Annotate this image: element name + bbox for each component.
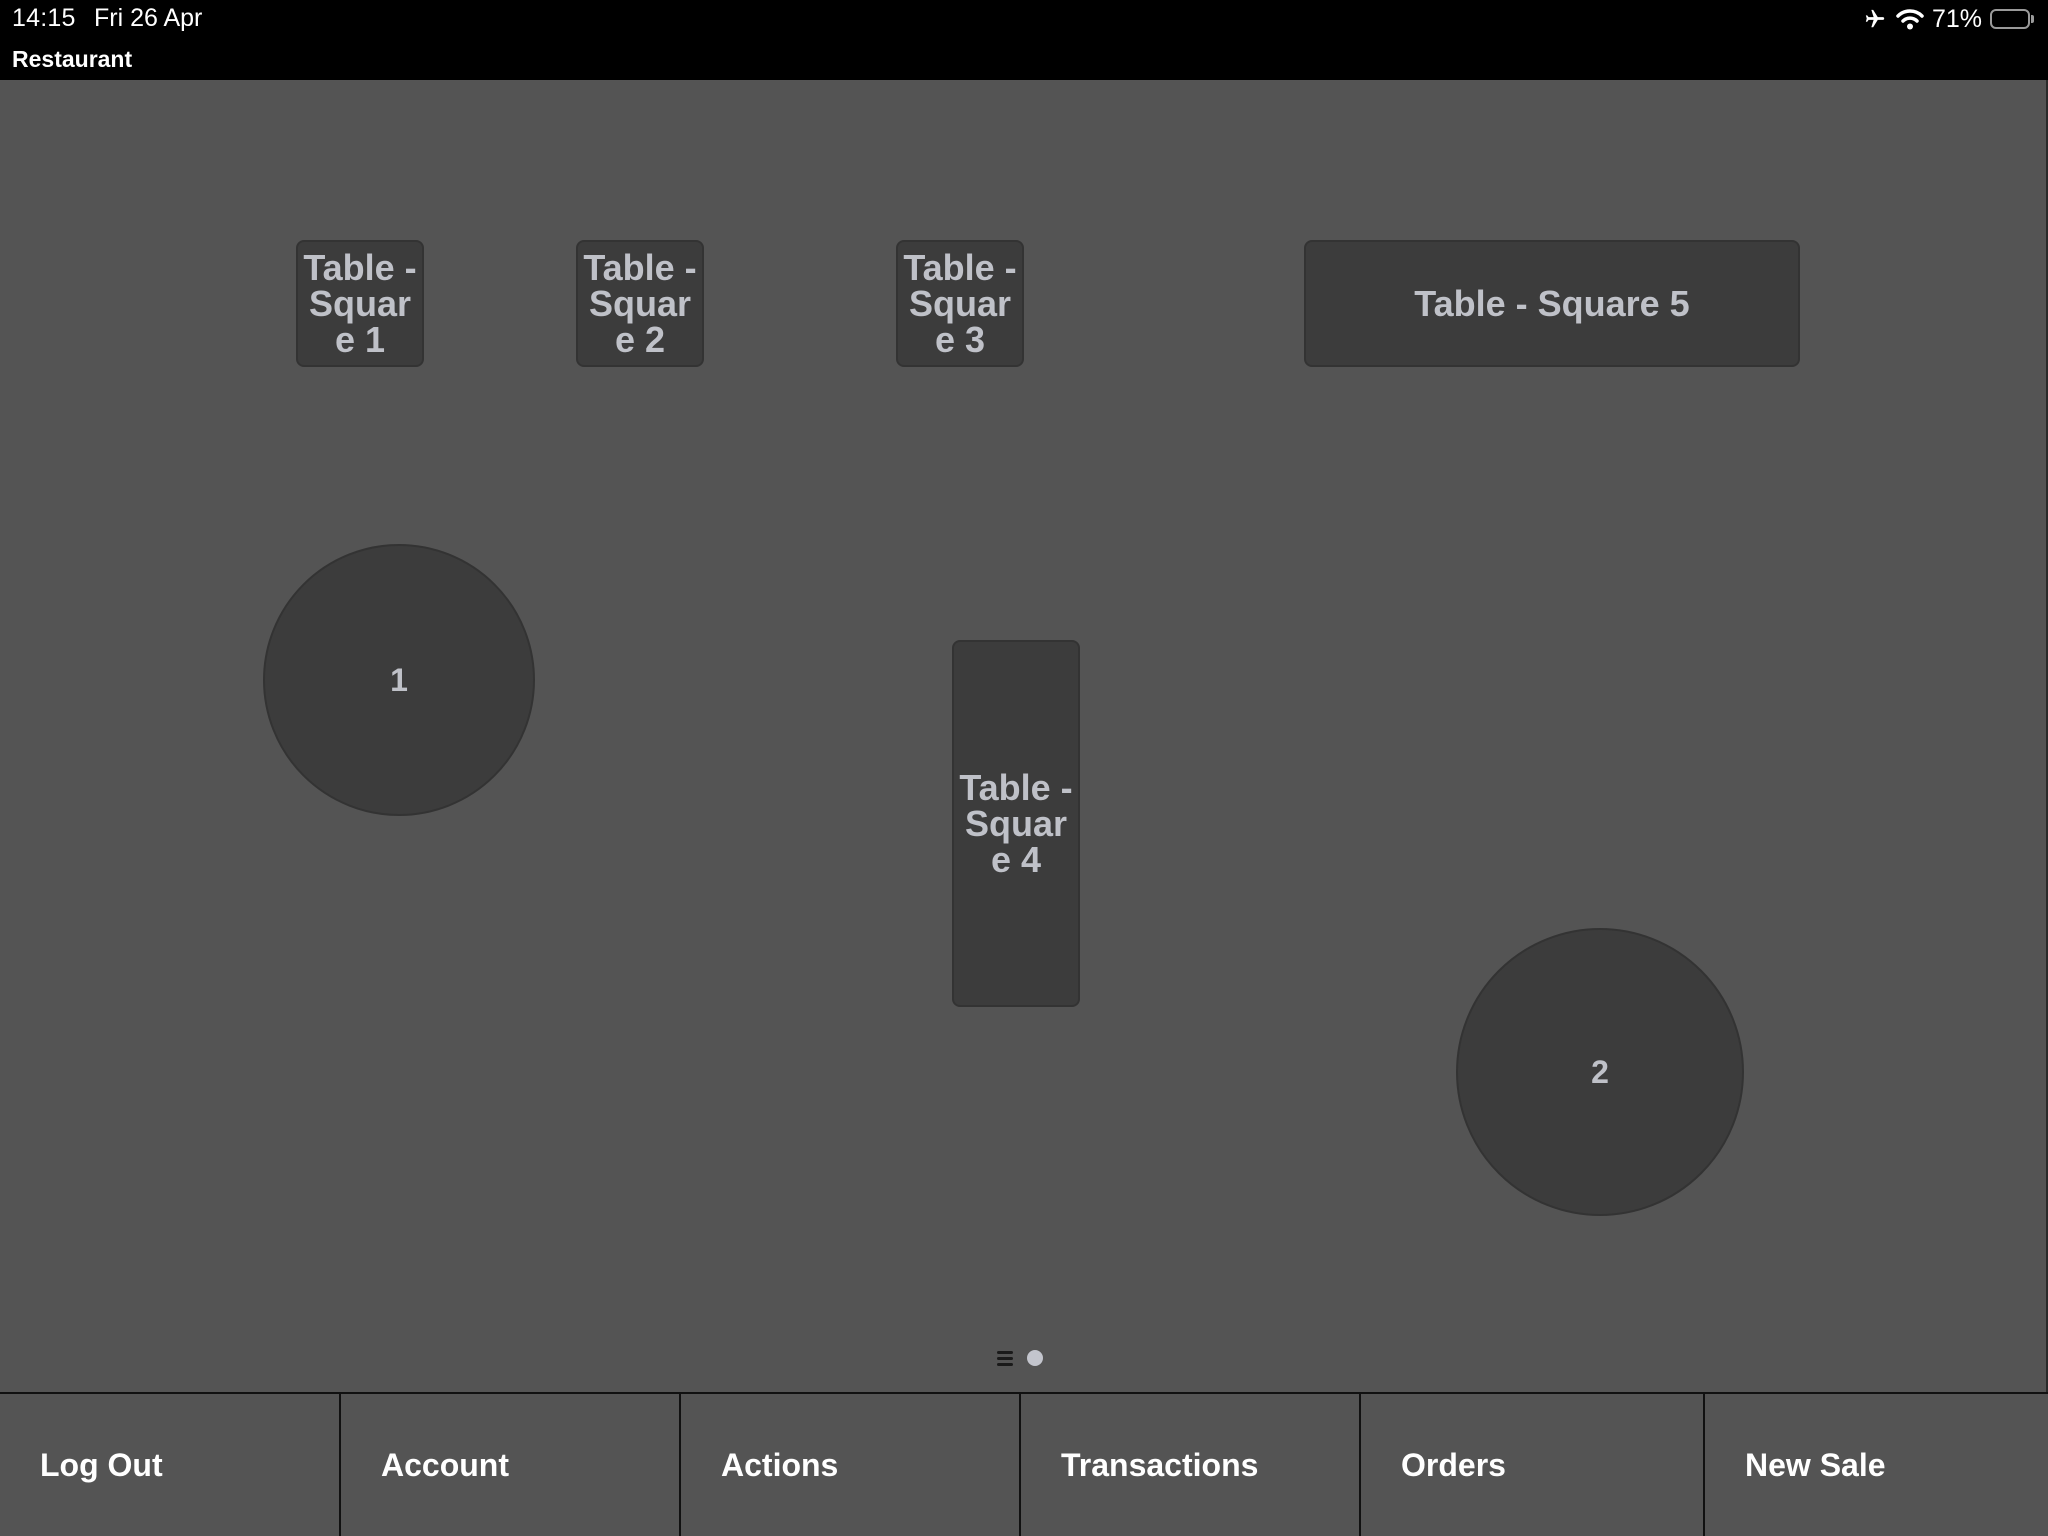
account-button[interactable]: Account (341, 1394, 681, 1536)
battery-icon (1990, 9, 2034, 29)
battery-percent: 71% (1931, 4, 1982, 33)
app-title: Restaurant (12, 46, 133, 72)
table-square-1[interactable]: Table - Square 1 (296, 240, 424, 367)
transactions-button[interactable]: Transactions (1021, 1394, 1361, 1536)
table-round-2[interactable]: 2 (1456, 928, 1744, 1216)
new-sale-button[interactable]: New Sale (1705, 1394, 2048, 1536)
table-label: Table - Square 5 (1414, 282, 1690, 324)
page-dot-icon[interactable] (1027, 1350, 1043, 1366)
status-indicators: 71% (1862, 4, 2034, 34)
table-label: Table - Square 4 (959, 766, 1073, 880)
bottom-toolbar: Log Out Account Actions Transactions Ord… (0, 1392, 2048, 1536)
table-square-4[interactable]: Table - Square 4 (952, 640, 1080, 1007)
actions-button[interactable]: Actions (681, 1394, 1021, 1536)
status-time: 14:15 (12, 4, 76, 32)
page-indicator[interactable] (997, 1350, 1043, 1366)
airplane-mode-icon (1862, 8, 1888, 30)
floor-plan: Table - Square 1 Table - Square 2 Table … (0, 80, 2048, 1392)
list-view-icon[interactable] (997, 1350, 1013, 1366)
table-label: 1 (390, 661, 408, 698)
table-square-2[interactable]: Table - Square 2 (576, 240, 704, 367)
status-date: Fri 26 Apr (94, 4, 203, 32)
table-square-3[interactable]: Table - Square 3 (896, 240, 1024, 367)
table-round-1[interactable]: 1 (263, 544, 535, 816)
table-label: Table - Square 3 (903, 246, 1017, 360)
table-label: Table - Square 1 (303, 246, 417, 360)
log-out-button[interactable]: Log Out (0, 1394, 341, 1536)
table-square-5[interactable]: Table - Square 5 (1304, 240, 1800, 367)
wifi-icon (1896, 8, 1924, 30)
table-label: 2 (1591, 1053, 1609, 1090)
table-label: Table - Square 2 (583, 246, 697, 360)
orders-button[interactable]: Orders (1361, 1394, 1705, 1536)
status-bar: 14:15 Fri 26 Apr 71% Restaurant (0, 0, 2048, 80)
